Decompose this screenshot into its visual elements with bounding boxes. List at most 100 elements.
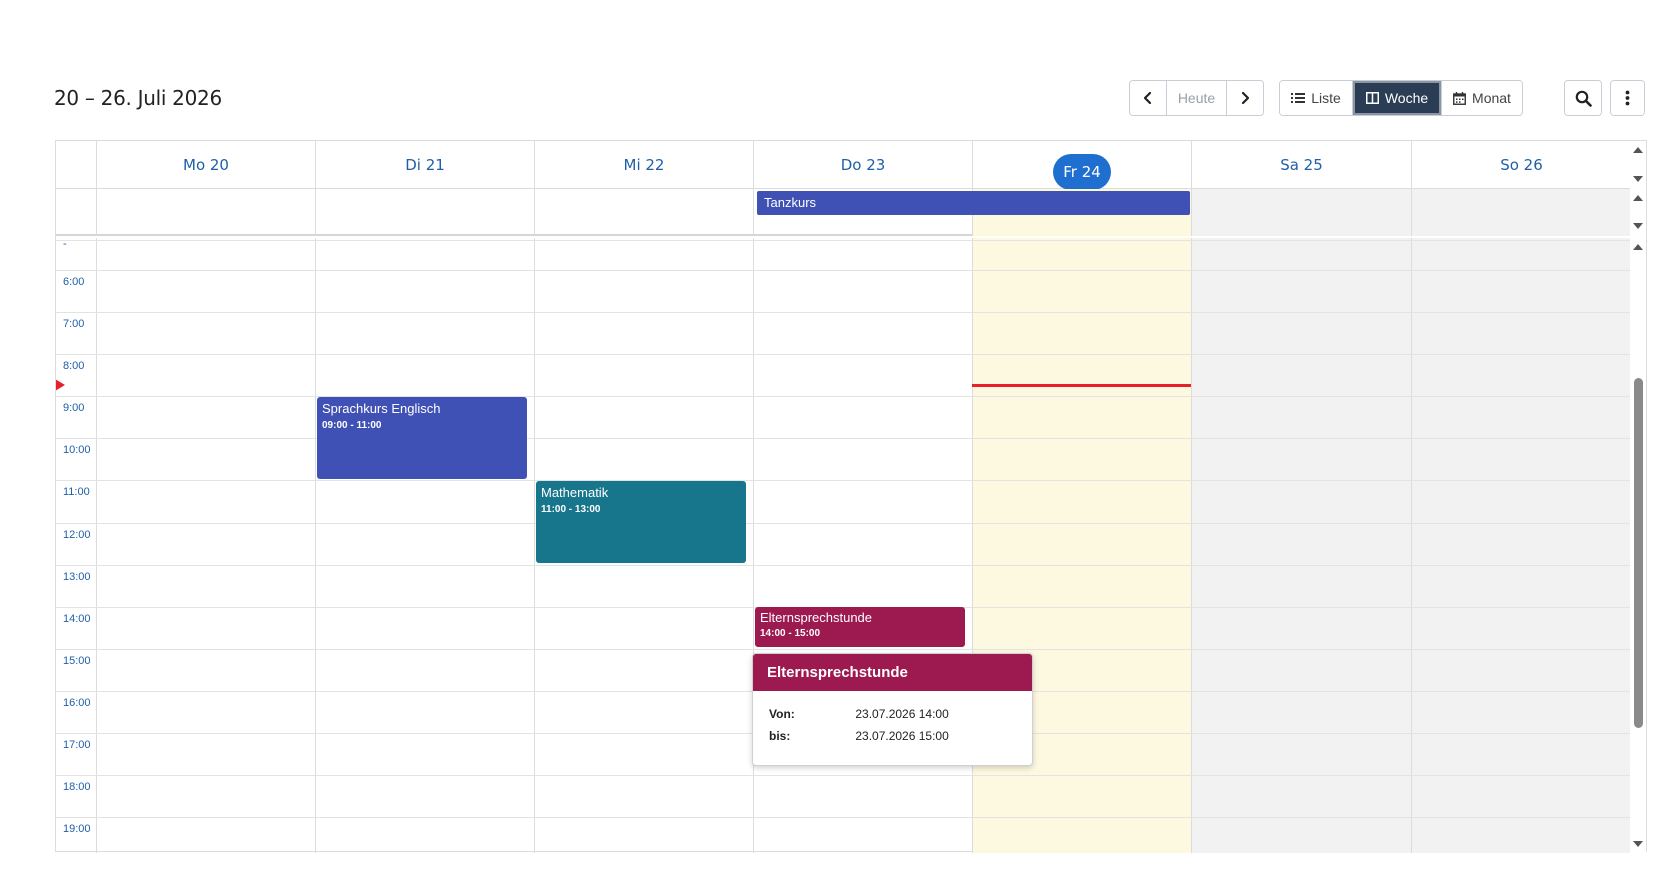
date-range-title: 20 – 26. Juli 2026 (54, 86, 222, 110)
view-month-button[interactable]: Monat (1442, 81, 1522, 115)
day-header-label: Di 21 (405, 156, 445, 174)
event-mathematik[interactable]: Mathematik 11:00 - 13:00 (536, 481, 746, 563)
more-vertical-icon (1625, 90, 1630, 106)
view-week-label: Woche (1384, 90, 1429, 106)
hour-line (56, 649, 1631, 650)
calendar-page: 20 – 26. Juli 2026 Heute Liste Woche Mon… (0, 0, 1670, 891)
event-time: 14:00 - 15:00 (760, 628, 821, 639)
event-time: 11:00 - 13:00 (541, 504, 601, 515)
event-sprachkurs-englisch[interactable]: Sprachkurs Englisch 09:00 - 11:00 (317, 397, 527, 479)
hour-line (56, 817, 1631, 818)
day-header-label: Mo 20 (183, 156, 229, 174)
day-column-mon[interactable] (96, 238, 315, 853)
view-button-group: Liste Woche Monat (1279, 80, 1523, 116)
hour-line (56, 312, 1631, 313)
view-week-button[interactable]: Woche (1353, 81, 1442, 115)
hour-line (56, 565, 1631, 566)
now-indicator-arrow (56, 379, 65, 391)
hour-label: 19:00 (63, 823, 91, 835)
hour-label: 7:00 (63, 318, 85, 330)
allday-cell[interactable] (315, 189, 534, 236)
day-header-thu[interactable]: Do 23 (753, 141, 972, 189)
day-header-mon[interactable]: Mo 20 (96, 141, 315, 189)
nav-button-group: Heute (1129, 80, 1264, 116)
hour-line (56, 270, 1631, 271)
hour-label: 6:00 (63, 276, 85, 288)
day-column-sun[interactable] (1411, 238, 1631, 853)
scroll-down-icon[interactable] (1633, 223, 1643, 229)
list-icon (1291, 92, 1306, 104)
event-elternsprechstunde[interactable]: Elternsprechstunde 14:00 - 15:00 (755, 607, 965, 647)
more-button-group (1610, 80, 1645, 116)
scroll-up-icon[interactable] (1633, 244, 1643, 250)
view-month-label: Monat (1472, 90, 1511, 106)
popover-to-label: bis: (769, 729, 791, 743)
hour-label-partial: - (63, 238, 67, 250)
event-title: Mathematik (541, 485, 609, 500)
hour-label: 12:00 (63, 529, 91, 541)
popover-from-label: Von: (769, 707, 795, 721)
popover-title: Elternsprechstunde (753, 654, 1032, 691)
hour-line (56, 438, 1631, 439)
popover-from-value: 23.07.2026 14:00 (855, 707, 949, 721)
today-button[interactable]: Heute (1167, 81, 1227, 115)
hour-label: 16:00 (63, 697, 91, 709)
hour-label: 9:00 (63, 402, 85, 414)
day-header-tue[interactable]: Di 21 (315, 141, 534, 189)
hour-label: 8:00 (63, 360, 85, 372)
allday-cell-weekend[interactable] (1191, 189, 1411, 236)
event-popover: Elternsprechstunde Von: 23.07.2026 14:00… (752, 653, 1033, 766)
popover-to-value: 23.07.2026 15:00 (855, 729, 949, 743)
day-header-label: Mi 22 (623, 156, 665, 174)
chevron-right-icon (1239, 91, 1251, 105)
today-badge: Fr 24 (1053, 154, 1111, 190)
allday-cell-weekend[interactable] (1411, 189, 1631, 236)
day-header-sat[interactable]: Sa 25 (1191, 141, 1411, 189)
day-header-fri-today[interactable]: Fr 24 (972, 141, 1191, 190)
scroll-down-icon[interactable] (1633, 176, 1643, 182)
next-week-button[interactable] (1227, 81, 1263, 115)
day-header-row: Mo 20 Di 21 Mi 22 Do 23 Fr 24 Sa 25 So 2… (56, 141, 1631, 190)
scrollbar-thumb[interactable] (1634, 378, 1643, 728)
day-header-sun[interactable]: So 26 (1411, 141, 1631, 189)
time-grid-scrollbar[interactable] (1630, 238, 1646, 853)
scroll-up-icon[interactable] (1633, 195, 1643, 201)
event-title: Sprachkurs Englisch (322, 401, 441, 416)
hour-label: 11:00 (63, 486, 90, 498)
hour-line (56, 396, 1631, 397)
scroll-down-icon[interactable] (1633, 841, 1643, 847)
hour-label: 14:00 (63, 613, 91, 625)
day-column-sat[interactable] (1191, 238, 1411, 853)
search-button-group (1564, 80, 1602, 116)
allday-event-tanzkurs[interactable]: Tanzkurs (757, 191, 1190, 215)
hour-line (56, 775, 1631, 776)
allday-cell[interactable] (96, 189, 315, 236)
day-header-wed[interactable]: Mi 22 (534, 141, 753, 189)
view-list-button[interactable]: Liste (1280, 81, 1353, 115)
day-header-label: Sa 25 (1280, 156, 1323, 174)
day-header-label: Do 23 (840, 156, 886, 174)
search-icon (1575, 90, 1592, 107)
search-button[interactable] (1565, 81, 1601, 115)
header-scrollbar[interactable] (1630, 141, 1646, 236)
columns-icon (1365, 92, 1379, 104)
hour-line (56, 480, 1631, 481)
now-indicator-line (972, 384, 1191, 387)
day-column-tue[interactable] (315, 238, 534, 853)
hour-label: 15:00 (63, 655, 91, 667)
popover-from-row: Von: 23.07.2026 14:00 (769, 707, 949, 721)
hour-line (56, 354, 1631, 355)
hour-label: 17:00 (63, 739, 91, 751)
more-options-button[interactable] (1611, 81, 1644, 115)
allday-cell[interactable] (534, 189, 753, 236)
scroll-up-icon[interactable] (1633, 147, 1643, 153)
calendar-icon (1453, 91, 1466, 105)
hour-line (56, 240, 1631, 241)
popover-to-row: bis: 23.07.2026 15:00 (769, 729, 949, 743)
prev-week-button[interactable] (1130, 81, 1167, 115)
event-title: Elternsprechstunde (760, 610, 873, 625)
event-time: 09:00 - 11:00 (322, 420, 382, 431)
hour-label: 18:00 (63, 781, 91, 793)
hour-label: 10:00 (63, 444, 91, 456)
hour-label: 13:00 (63, 571, 91, 583)
